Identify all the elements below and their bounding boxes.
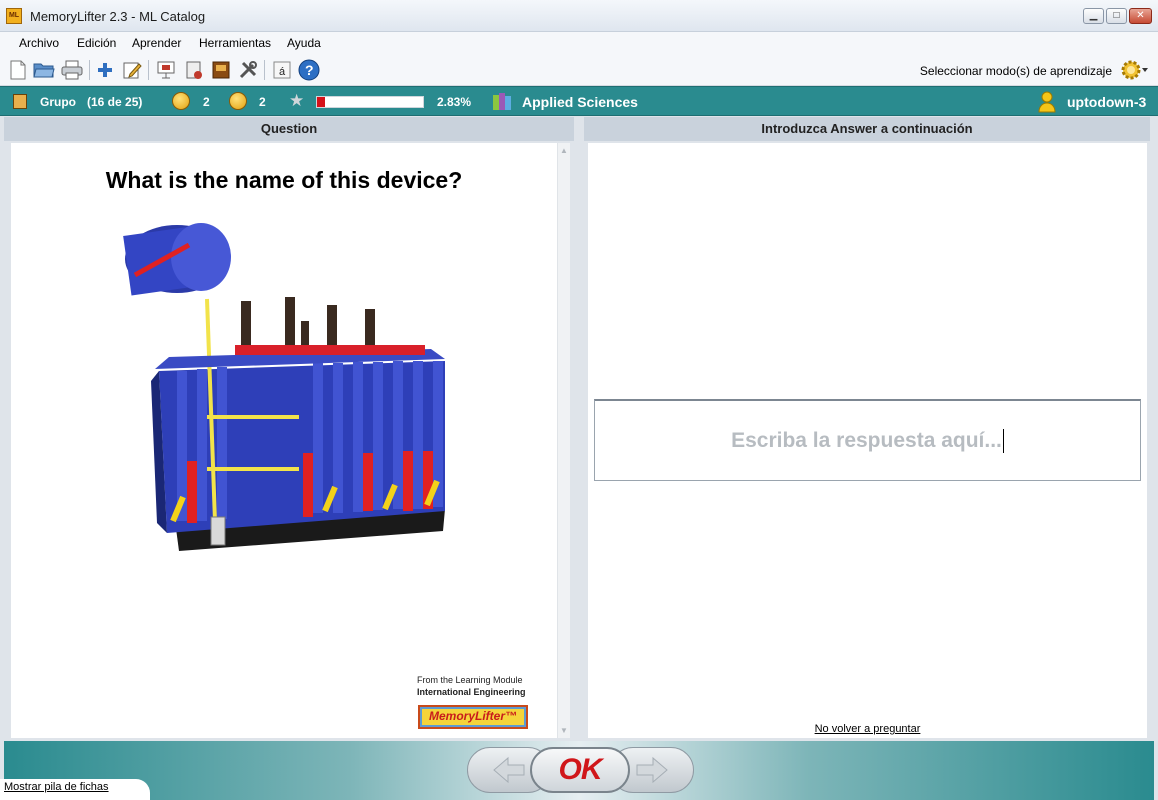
user-name[interactable]: uptodown-3 [1067,94,1146,110]
help-icon[interactable]: ? [298,59,320,81]
answer-placeholder-wrap: Escriba la respuesta aquí... [595,429,1140,454]
correct-count: 2 [203,95,210,109]
edit-icon[interactable] [121,59,143,81]
question-panel: What is the name of this device? From th… [11,143,557,738]
add-icon[interactable] [94,59,116,81]
do-not-ask-again-link[interactable]: No volver a preguntar [588,723,1147,735]
svg-text:?: ? [305,62,314,78]
menu-ayuda[interactable]: Ayuda [287,36,321,50]
learning-mode-label[interactable]: Seleccionar modo(s) de aprendizaje [920,64,1112,78]
tools-icon[interactable] [237,59,259,81]
open-folder-icon[interactable] [33,59,55,81]
question-header: Question [4,117,574,141]
group-label: Grupo [40,95,76,109]
question-scrollbar[interactable]: ▲ ▼ [557,143,570,738]
menu-herramientas[interactable]: Herramientas [199,36,271,50]
menu-archivo[interactable]: Archivo [19,36,59,50]
maximize-button[interactable]: □ [1106,8,1127,24]
question-text: What is the name of this device? [105,167,463,193]
learning-mode-gear-icon[interactable] [1120,59,1148,81]
progress-percent: 2.83% [437,95,472,109]
toolbar: á ? Seleccionar modo(s) de aprendizaje [0,54,1158,86]
ok-label: OK [558,753,603,786]
star-icon: ★ [289,91,305,110]
minimize-button[interactable]: ▁ [1083,8,1104,24]
presentation-icon[interactable] [155,59,177,81]
answer-panel: Escriba la respuesta aquí... No volver a… [588,143,1147,738]
category-name[interactable]: Applied Sciences [522,94,638,110]
book-icon[interactable] [210,59,232,81]
new-file-icon[interactable] [7,59,29,81]
scroll-down-arrow-icon[interactable]: ▼ [560,726,568,735]
answer-header: Introduzca Answer a continuación [584,117,1150,141]
menu-edicion[interactable]: Edición [77,36,116,50]
progress-fill [317,97,325,107]
answer-placeholder: Escriba la respuesta aquí... [731,429,1002,452]
sad-smiley-icon [229,92,247,110]
happy-smiley-icon [172,92,190,110]
memorylifter-logo: MemoryLifter™ [418,705,528,729]
answer-input[interactable]: Escriba la respuesta aquí... [594,399,1141,481]
back-arrow-icon [493,756,525,784]
forward-arrow-icon [636,756,668,784]
credit-line-1: From the Learning Module [417,675,523,685]
wrong-count: 2 [259,95,266,109]
ok-button[interactable]: OK [530,747,630,793]
bottom-navigation: OK [4,741,1154,800]
title-bar: ML MemoryLifter 2.3 - ML Catalog ▁ □ ✕ [0,0,1158,32]
app-icon: ML [6,8,22,24]
print-icon[interactable] [61,59,83,81]
status-bar: Grupo (16 de 25) 2 2 ★ 2.83% Applied Sci… [0,86,1158,116]
group-box-icon [13,94,27,109]
svg-text:á: á [279,66,286,78]
close-button[interactable]: ✕ [1129,8,1152,24]
scroll-up-arrow-icon[interactable]: ▲ [560,146,568,155]
user-icon [1038,91,1056,113]
window-title: MemoryLifter 2.3 - ML Catalog [30,9,206,24]
cards-icon[interactable] [183,59,205,81]
accent-icon[interactable]: á [271,59,293,81]
books-icon [492,92,512,111]
text-caret [1002,429,1004,454]
progress-bar [316,96,424,108]
transformer-image [115,221,467,573]
menu-aprender[interactable]: Aprender [132,36,181,50]
show-card-stack-link[interactable]: Mostrar pila de fichas [0,779,150,800]
credit-line-2: International Engineering [417,687,526,697]
group-count: (16 de 25) [87,95,143,109]
menu-bar: Archivo Edición Aprender Herramientas Ay… [0,32,1158,54]
window-controls: ▁ □ ✕ [1083,8,1152,24]
